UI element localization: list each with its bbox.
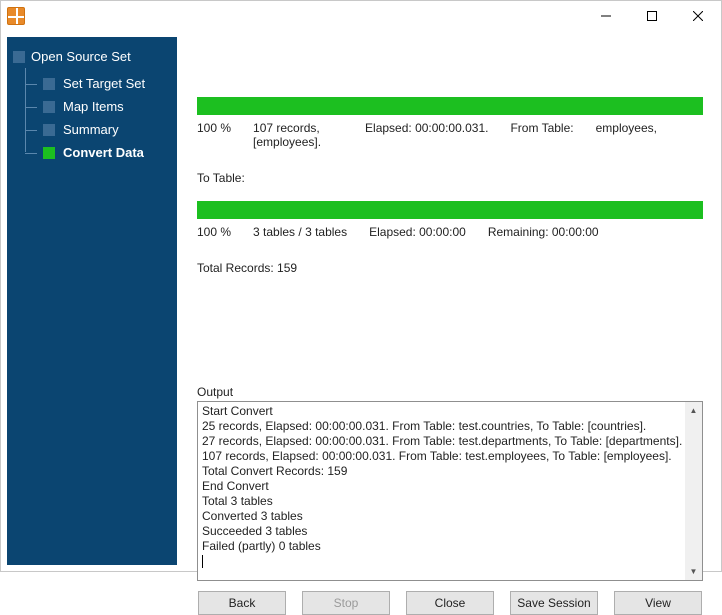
sidebar-item-label: Set Target Set (63, 76, 145, 91)
total-remaining: Remaining: 00:00:00 (488, 225, 599, 239)
output-line: End Convert (202, 479, 684, 494)
maximize-button[interactable] (629, 1, 675, 31)
view-button[interactable]: View (614, 591, 702, 615)
step-bullet-icon (43, 101, 55, 113)
sidebar-item-map-items[interactable]: Map Items (19, 95, 171, 118)
back-button[interactable]: Back (198, 591, 286, 615)
output-line: Succeeded 3 tables (202, 524, 684, 539)
close-button[interactable] (675, 1, 721, 31)
output-line: 27 records, Elapsed: 00:00:00.031. From … (202, 434, 684, 449)
output-scrollbar[interactable]: ▲ ▼ (685, 402, 702, 580)
step-bullet-icon (43, 124, 55, 136)
table-from-value: employees, (596, 121, 657, 149)
button-row: Back Stop Close Save Session View (197, 591, 703, 615)
output-line: Converted 3 tables (202, 509, 684, 524)
output-line: Start Convert (202, 404, 684, 419)
total-elapsed: Elapsed: 00:00:00 (369, 225, 466, 239)
sidebar-item-label: Convert Data (63, 145, 144, 160)
total-records: Total Records: 159 (197, 261, 297, 275)
total-progress: 100 % 3 tables / 3 tables Elapsed: 00:00… (197, 201, 703, 275)
output-line: Total Convert Records: 159 (202, 464, 684, 479)
total-percent: 100 % (197, 225, 231, 239)
output-line: 25 records, Elapsed: 00:00:00.031. From … (202, 419, 684, 434)
step-bullet-icon (43, 78, 55, 90)
close-dialog-button[interactable]: Close (406, 591, 494, 615)
minimize-button[interactable] (583, 1, 629, 31)
stop-button: Stop (302, 591, 390, 615)
total-progress-bar (197, 201, 703, 219)
save-session-button[interactable]: Save Session (510, 591, 598, 615)
output-label: Output (197, 385, 703, 399)
save-session-label: Save Session (517, 596, 590, 610)
back-button-label: Back (229, 596, 256, 610)
app-icon (7, 7, 25, 25)
wizard-sidebar: Open Source Set Set Target Set Map Items S… (7, 37, 177, 565)
stop-button-label: Stop (334, 596, 359, 610)
sidebar-item-set-target-set[interactable]: Set Target Set (19, 72, 171, 95)
table-to-label: To Table: (197, 171, 245, 185)
table-from-label: From Table: (510, 121, 573, 149)
close-button-label: Close (435, 596, 466, 610)
table-elapsed: Elapsed: 00:00:00.031. (365, 121, 488, 149)
sidebar-item-label: Summary (63, 122, 119, 137)
output-textarea[interactable]: Start Convert25 records, Elapsed: 00:00:… (197, 401, 703, 581)
sidebar-root[interactable]: Open Source Set (13, 49, 171, 64)
table-percent: 100 % (197, 121, 231, 149)
output-caret (202, 554, 684, 568)
view-button-label: View (645, 596, 671, 610)
output-line: Total 3 tables (202, 494, 684, 509)
table-records: 107 records, [employees]. (253, 121, 343, 149)
total-tables: 3 tables / 3 tables (253, 225, 347, 239)
scroll-up-icon[interactable]: ▲ (685, 402, 702, 419)
output-line: Failed (partly) 0 tables (202, 539, 684, 554)
step-bullet-icon (43, 147, 55, 159)
sidebar-item-label: Map Items (63, 99, 124, 114)
sidebar-item-summary[interactable]: Summary (19, 118, 171, 141)
sidebar-item-convert-data[interactable]: Convert Data (19, 141, 171, 164)
output-line: 107 records, Elapsed: 00:00:00.031. From… (202, 449, 684, 464)
sidebar-root-label: Open Source Set (31, 49, 131, 64)
content-pane: 100 % 107 records, [employees]. Elapsed:… (177, 37, 715, 565)
table-progress-bar (197, 97, 703, 115)
table-progress: 100 % 107 records, [employees]. Elapsed:… (197, 97, 703, 185)
title-bar (1, 1, 721, 31)
